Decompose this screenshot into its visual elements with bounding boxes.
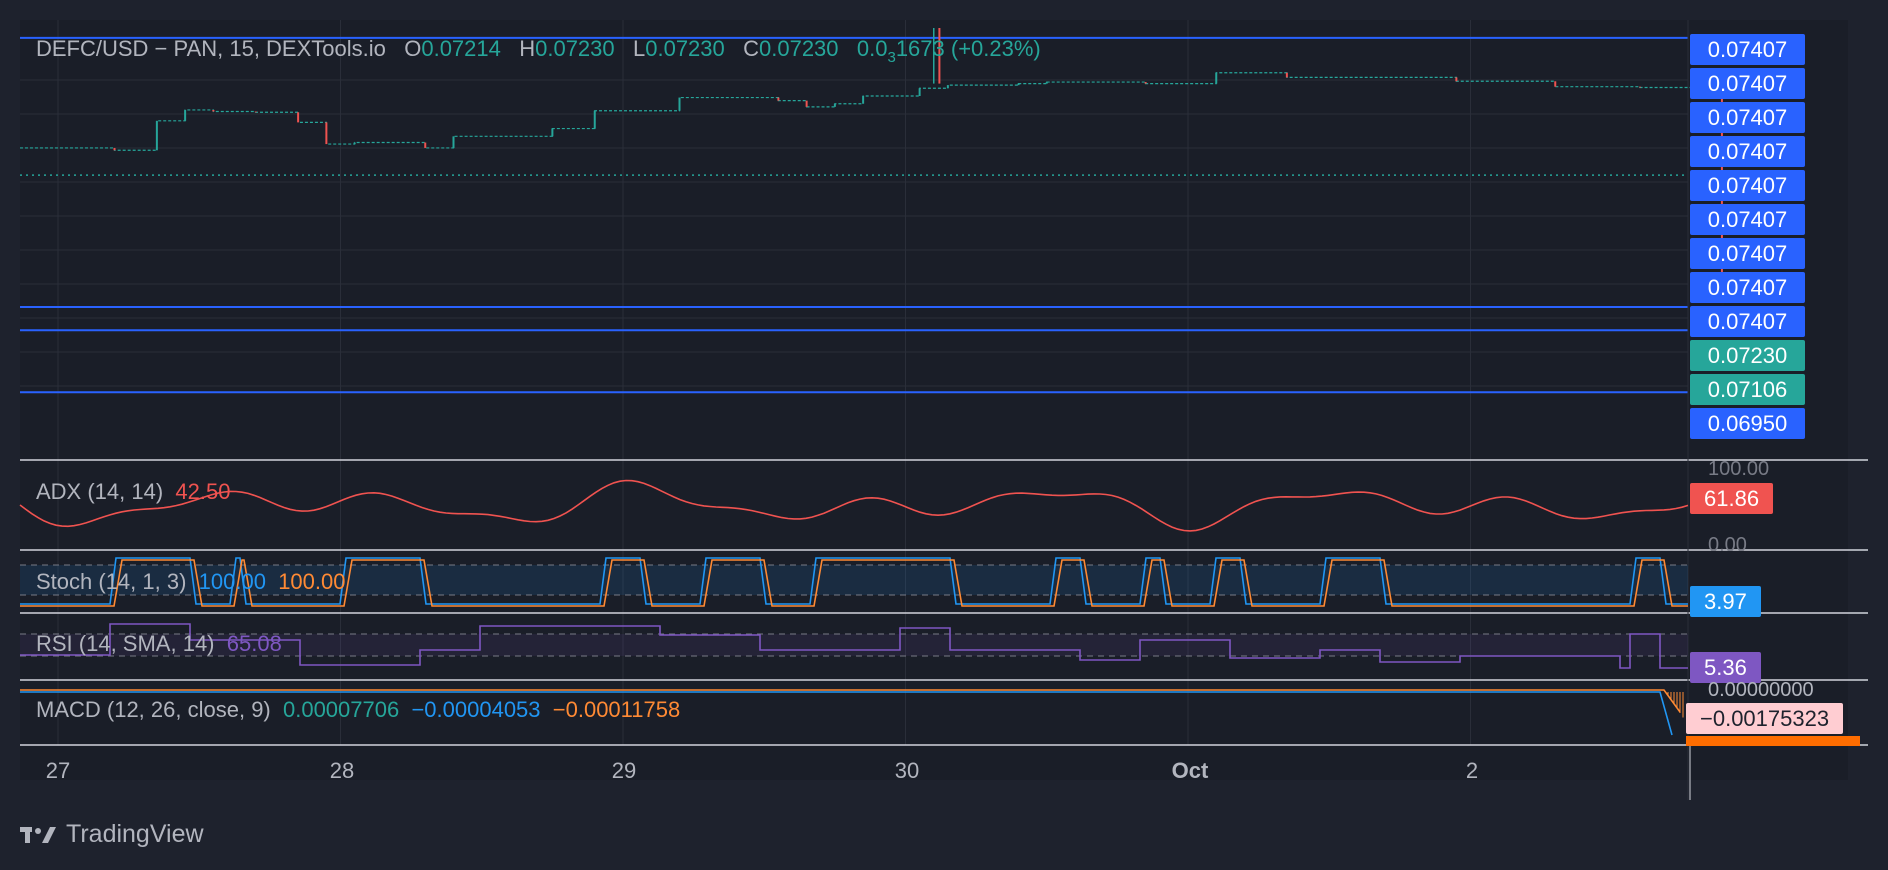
macd-signal-badge-edge — [1686, 736, 1860, 746]
price-tag-level: 0.07407 — [1690, 272, 1805, 303]
open-label: O — [404, 36, 422, 61]
adx-value: 42.50 — [175, 479, 231, 504]
close-value: 0.07230 — [759, 36, 839, 61]
chart-canvas[interactable] — [0, 0, 1888, 870]
rsi-value: 65.08 — [226, 631, 282, 656]
price-tag-level: 0.07407 — [1690, 34, 1805, 65]
tradingview-brand[interactable]: TradingView — [20, 820, 204, 849]
stoch-d-value: 100.00 — [278, 569, 346, 594]
x-tick-label: 27 — [45, 758, 71, 783]
x-tick-label: 2 — [1465, 758, 1479, 783]
x-tick-label: 30 — [894, 758, 920, 783]
macd-line-value: −0.00004053 — [411, 697, 541, 722]
macd-scale-zero: 0.00000000 — [1708, 679, 1814, 701]
close-label: C — [743, 36, 759, 61]
symbol-title: DEFC/USD − PAN, 15, DEXTools.io — [36, 36, 386, 61]
macd-badge: −0.00175323 — [1686, 703, 1844, 734]
price-tag-level: 0.07407 — [1690, 68, 1805, 99]
adx-label: ADX (14, 14) — [36, 479, 164, 504]
macd-legend: MACD (12, 26, close, 9) 0.00007706 −0.00… — [36, 697, 680, 723]
chart-area-background — [20, 20, 1848, 780]
price-tag-level: 0.07407 — [1690, 238, 1805, 269]
x-tick-label: 28 — [329, 758, 355, 783]
rsi-legend: RSI (14, SMA, 14) 65.08 — [36, 631, 282, 657]
price-tag-level: 0.07407 — [1690, 204, 1805, 235]
high-value: 0.07230 — [535, 36, 615, 61]
price-tag-support: 0.06950 — [1690, 408, 1805, 439]
rsi-label: RSI (14, SMA, 14) — [36, 631, 215, 656]
open-value: 0.07214 — [421, 36, 501, 61]
low-label: L — [632, 36, 646, 61]
adx-legend: ADX (14, 14) 42.50 — [36, 479, 230, 505]
stoch-badge: 3.97 — [1690, 586, 1761, 617]
macd-signal-value: −0.00011758 — [552, 697, 681, 722]
adx-scale-bottom: 0.00 — [1708, 534, 1747, 556]
stoch-k-value: 100.00 — [198, 569, 266, 594]
stoch-label: Stoch (14, 1, 3) — [36, 569, 187, 594]
adx-badge: 61.86 — [1690, 483, 1774, 514]
symbol-legend: DEFC/USD − PAN, 15, DEXTools.io O0.07214… — [36, 36, 1041, 71]
stoch-legend: Stoch (14, 1, 3) 100.00 100.00 — [36, 569, 345, 595]
price-tag-level: 0.07407 — [1690, 136, 1805, 167]
price-tag-level: 0.07407 — [1690, 306, 1805, 337]
price-tag-level: 0.07407 — [1690, 170, 1805, 201]
brand-name: TradingView — [66, 820, 204, 848]
price-tag-level: 0.07407 — [1690, 102, 1805, 133]
x-tick-label: Oct — [1171, 758, 1209, 783]
tradingview-logo-icon — [20, 826, 56, 843]
x-tick-label: 29 — [611, 758, 637, 783]
change-value: 0.031673 (+0.23%) — [856, 36, 1041, 66]
low-value: 0.07230 — [645, 36, 725, 61]
high-label: H — [519, 36, 536, 61]
adx-scale-top: 100.00 — [1708, 458, 1770, 480]
macd-hist-value: 0.00007706 — [282, 697, 400, 722]
price-tag-current: 0.07230 — [1690, 340, 1805, 371]
price-tag-low: 0.07106 — [1690, 374, 1805, 405]
macd-label: MACD (12, 26, close, 9) — [36, 697, 271, 722]
